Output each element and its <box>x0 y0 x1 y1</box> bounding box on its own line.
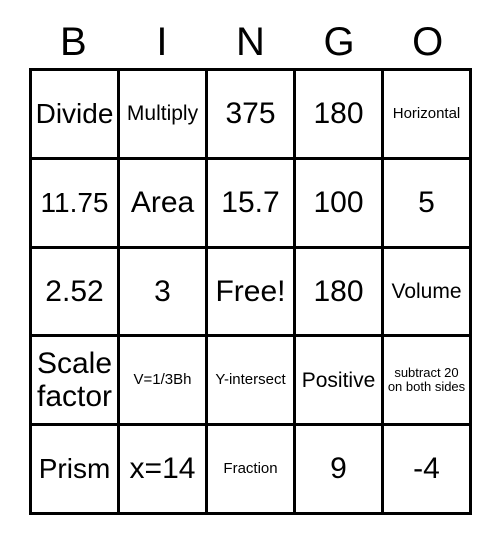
bingo-cell-r3c1[interactable]: 2.52 <box>32 248 120 338</box>
bingo-cell-r4c5[interactable]: subtract 20 on both sides <box>384 337 472 427</box>
bingo-cell-r2c4[interactable]: 100 <box>296 159 384 249</box>
bingo-header-letter-i: I <box>156 20 168 64</box>
bingo-cell-text: -4 <box>413 452 440 486</box>
bingo-header-letter-o: O <box>412 20 444 64</box>
bingo-cell-r5c2[interactable]: x=14 <box>120 426 208 515</box>
bingo-cell-r3c4[interactable]: 180 <box>296 248 384 338</box>
bingo-cell-r2c2[interactable]: Area <box>120 159 208 249</box>
bingo-cell-text: 100 <box>313 185 364 219</box>
bingo-cell-r2c5[interactable]: 5 <box>384 159 472 249</box>
bingo-cell-text: Prism <box>38 453 111 485</box>
bingo-header-letter-b: B <box>59 20 87 64</box>
bingo-cell-text: Divide <box>35 98 114 130</box>
bingo-cell-text: Scale factor <box>36 346 113 414</box>
bingo-cell-r5c5[interactable]: -4 <box>384 426 472 515</box>
bingo-cell-r5c1[interactable]: Prism <box>32 426 120 515</box>
bingo-cell-text: 15.7 <box>221 185 280 219</box>
bingo-cell-text: Fraction <box>223 459 278 477</box>
bingo-cell-text: Volume <box>391 279 462 303</box>
bingo-cell-r4c2[interactable]: V=1/3Bh <box>120 337 208 427</box>
bingo-header-row: B I N G O <box>29 16 472 68</box>
bingo-cell-text: 2.52 <box>45 274 104 308</box>
bingo-cell-r4c4[interactable]: Positive <box>296 337 384 427</box>
bingo-grid: Divide Multiply 375 180 Horizontal 11.75… <box>29 68 472 515</box>
bingo-cell-r2c1[interactable]: 11.75 <box>32 159 120 249</box>
bingo-cell-r1c4[interactable]: 180 <box>296 71 384 160</box>
bingo-header-letter-n: N <box>236 20 265 64</box>
bingo-cell-text: 9 <box>330 452 347 486</box>
bingo-cell-r5c4[interactable]: 9 <box>296 426 384 515</box>
bingo-cell-text: 375 <box>225 97 276 131</box>
bingo-cell-r4c3[interactable]: Y-intersect <box>208 337 296 427</box>
bingo-cell-r3c5[interactable]: Volume <box>384 248 472 338</box>
bingo-cell-text: 180 <box>313 97 364 131</box>
bingo-cell-r1c3[interactable]: 375 <box>208 71 296 160</box>
bingo-cell-text: Positive <box>301 368 376 392</box>
bingo-cell-text: Horizontal <box>392 104 461 122</box>
bingo-cell-r5c3[interactable]: Fraction <box>208 426 296 515</box>
bingo-cell-text: Free! <box>215 274 286 308</box>
bingo-cell-text: V=1/3Bh <box>133 370 192 388</box>
bingo-card: B I N G O Divide Multiply 375 180 Horizo… <box>0 0 501 544</box>
bingo-cell-r1c5[interactable]: Horizontal <box>384 71 472 160</box>
bingo-cell-free-space[interactable]: Free! <box>208 248 296 338</box>
bingo-cell-text: x=14 <box>129 452 196 486</box>
bingo-header-letter-g: G <box>323 20 355 64</box>
bingo-cell-r3c2[interactable]: 3 <box>120 248 208 338</box>
bingo-cell-text: 11.75 <box>40 187 109 219</box>
bingo-cell-r4c1[interactable]: Scale factor <box>32 337 120 427</box>
bingo-cell-text: Multiply <box>126 102 199 126</box>
bingo-cell-text: 5 <box>418 185 435 219</box>
bingo-cell-text: Area <box>130 185 195 219</box>
bingo-cell-text: subtract 20 on both sides <box>387 364 466 395</box>
bingo-cell-r1c1[interactable]: Divide <box>32 71 120 160</box>
bingo-cell-r1c2[interactable]: Multiply <box>120 71 208 160</box>
bingo-cell-text: Y-intersect <box>215 370 286 388</box>
bingo-cell-text: 180 <box>313 274 364 308</box>
bingo-cell-text: 3 <box>154 274 171 308</box>
bingo-cell-r2c3[interactable]: 15.7 <box>208 159 296 249</box>
